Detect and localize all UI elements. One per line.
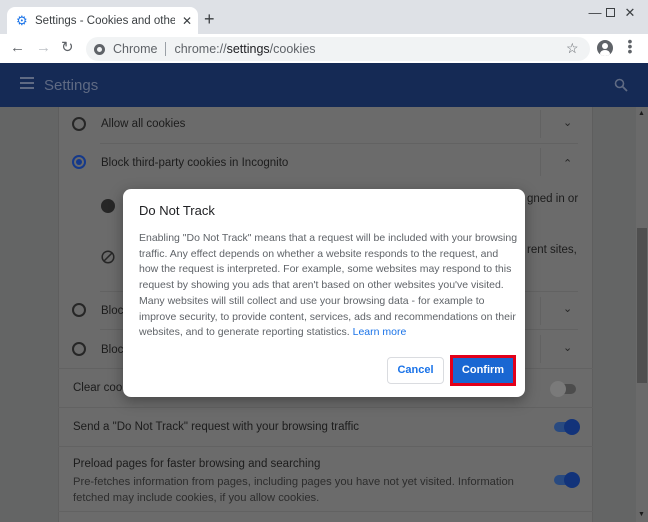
browser-tab[interactable]: ⚙ Settings - Cookies and other site ✕ <box>7 7 198 34</box>
address-bar[interactable]: Chrome chrome://settings/cookies <box>86 37 590 61</box>
do-not-track-toggle[interactable] <box>554 419 580 435</box>
dialog-title: Do Not Track <box>139 203 215 218</box>
cookie-icon <box>101 199 115 213</box>
chevron-down-icon[interactable]: ⌄ <box>563 302 572 315</box>
divider <box>540 297 541 325</box>
divider <box>58 407 593 408</box>
close-window-button[interactable]: ✕ <box>616 4 644 22</box>
hamburger-menu-icon[interactable] <box>20 77 34 89</box>
gear-icon: ⚙ <box>16 12 28 28</box>
radio-block-third-party[interactable] <box>72 303 86 317</box>
scrollbar-thumb[interactable] <box>637 228 647 383</box>
option-label: Block third-party cookies in Incognito <box>101 157 289 169</box>
menu-kebab-icon[interactable]: • • • <box>627 34 633 58</box>
new-tab-button[interactable]: + <box>204 10 215 28</box>
confirm-button[interactable]: Confirm <box>453 358 513 383</box>
site-chip: Chrome <box>113 42 158 56</box>
divider <box>540 335 541 363</box>
clear-cookies-toggle[interactable] <box>550 381 576 397</box>
option-label: Allow all cookies <box>101 118 186 130</box>
bookmark-star-icon[interactable]: ☆ <box>566 40 579 57</box>
scroll-up-arrow-icon[interactable]: ▲ <box>638 110 645 117</box>
search-icon[interactable] <box>614 78 628 92</box>
cancel-button[interactable]: Cancel <box>387 357 444 384</box>
tab-close-icon[interactable]: ✕ <box>182 14 192 28</box>
divider <box>58 446 593 447</box>
radio-block-incognito[interactable] <box>72 155 86 169</box>
url-text: chrome://settings/cookies <box>174 42 316 56</box>
divider <box>100 143 578 144</box>
divider <box>540 110 541 138</box>
divider <box>58 511 593 512</box>
learn-more-link[interactable]: Learn more <box>353 326 407 338</box>
chrome-icon <box>94 43 105 55</box>
back-button[interactable]: ← <box>10 40 25 56</box>
dialog-body: Enabling "Do Not Track" means that a req… <box>139 232 518 339</box>
tab-title: Settings - Cookies and other site <box>35 14 175 27</box>
forward-button[interactable]: → <box>36 40 51 56</box>
block-icon <box>101 250 115 264</box>
toggle-description: Pre-fetches information from pages, incl… <box>73 476 514 504</box>
reload-button[interactable]: ↻ <box>61 40 74 56</box>
chevron-down-icon[interactable]: ⌄ <box>563 116 572 129</box>
confirm-highlight: Confirm <box>450 355 516 386</box>
chevron-up-icon[interactable]: ⌃ <box>563 157 572 170</box>
chevron-down-icon[interactable]: ⌄ <box>563 341 572 354</box>
divider <box>540 148 541 176</box>
toggle-label: Preload pages for faster browsing and se… <box>73 458 321 470</box>
toggle-label: Clear cooki <box>73 382 131 394</box>
maximize-button[interactable] <box>580 4 615 22</box>
settings-title: Settings <box>44 77 99 94</box>
do-not-track-dialog: Do Not Track Enabling "Do Not Track" mea… <box>123 189 525 397</box>
toggle-label: Send a "Do Not Track" request with your … <box>73 421 359 433</box>
scroll-down-arrow-icon[interactable]: ▼ <box>638 511 645 518</box>
divider <box>165 42 167 56</box>
radio-allow-all[interactable] <box>72 117 86 131</box>
preload-pages-toggle[interactable] <box>554 472 580 488</box>
detail-text: rent sites, <box>527 244 577 256</box>
detail-text: gned in or <box>527 193 579 205</box>
radio-block-all[interactable] <box>72 342 86 356</box>
profile-avatar-icon[interactable] <box>597 40 613 56</box>
